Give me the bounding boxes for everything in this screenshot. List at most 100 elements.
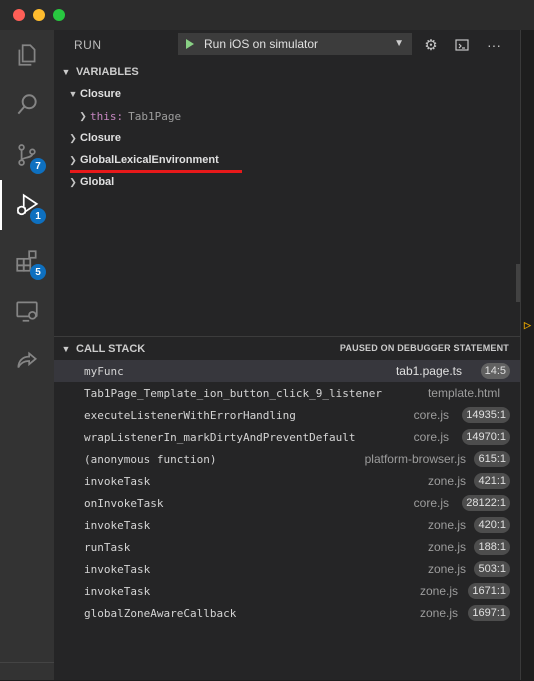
debug-console-icon[interactable]: [452, 35, 472, 55]
frame-name: Tab1Page_Template_ion_button_click_9_lis…: [84, 386, 383, 400]
frame-source: zone.js: [427, 540, 466, 554]
call-stack-title: CALL STACK: [76, 343, 146, 355]
close-window-button[interactable]: [13, 9, 25, 21]
frame-position: 28122:1: [462, 495, 510, 511]
activity-source-control[interactable]: 7: [0, 130, 54, 180]
frame-position: 1671:1: [468, 583, 510, 599]
frame-name: onInvokeTask: [84, 496, 164, 510]
activity-live-share[interactable]: [0, 336, 54, 386]
chevron-down-icon: ▼: [61, 344, 71, 354]
scope-label: Global: [80, 176, 115, 188]
run-toolbar: RUN Run iOS on simulator ▼ ⚙ ···: [54, 30, 520, 60]
call-stack-section: ▼ CALL STACK PAUSED ON DEBUGGER STATEMEN…: [54, 336, 520, 681]
activity-run-debug[interactable]: 1: [0, 180, 54, 230]
frame-position: 503:1: [474, 561, 510, 577]
frame-source: zone.js: [419, 584, 458, 598]
variables-title: VARIABLES: [76, 66, 139, 78]
chevron-right-icon: ❯: [69, 154, 77, 165]
frame-name: wrapListenerIn_markDirtyAndPreventDefaul…: [84, 430, 356, 444]
scope-label: Closure: [80, 88, 121, 100]
variable-value: Tab1Page: [128, 109, 182, 123]
breakpoint-marker-icon: ▷: [524, 320, 531, 330]
frame-position: 1697:1: [468, 605, 510, 621]
stack-frame[interactable]: onInvokeTask core.js 28122:1: [54, 492, 520, 514]
frame-source: core.js: [413, 430, 449, 444]
frame-name: myFunc: [84, 364, 124, 378]
minimize-window-button[interactable]: [33, 9, 45, 21]
active-indicator: [0, 180, 2, 230]
launch-config-select[interactable]: Run iOS on simulator ▼: [178, 33, 412, 55]
variables-section-header[interactable]: ▼ VARIABLES: [54, 61, 520, 83]
stack-frame[interactable]: myFunc tab1.page.ts 14:5: [54, 360, 520, 382]
stack-frame[interactable]: globalZoneAwareCallback zone.js 1697:1: [54, 602, 520, 624]
frame-name: invokeTask: [84, 584, 151, 598]
paused-status: PAUSED ON DEBUGGER STATEMENT: [339, 343, 509, 353]
activity-divider: [0, 662, 54, 663]
source-control-badge: 7: [30, 158, 46, 174]
stack-frame[interactable]: (anonymous function) platform-browser.js…: [54, 448, 520, 470]
frame-source: zone.js: [427, 474, 466, 488]
frame-name: invokeTask: [84, 562, 151, 576]
start-debugging-icon[interactable]: [186, 39, 194, 49]
frame-position: 188:1: [474, 539, 510, 555]
chevron-down-icon: ▼: [394, 38, 404, 49]
variable-name: this:: [90, 109, 124, 123]
frame-position: 615:1: [474, 451, 510, 467]
stack-frame[interactable]: wrapListenerIn_markDirtyAndPreventDefaul…: [54, 426, 520, 448]
frame-source: core.js: [413, 496, 449, 510]
stack-frame[interactable]: invokeTask zone.js 1671:1: [54, 580, 520, 602]
run-view-title: RUN: [74, 38, 102, 52]
more-icon[interactable]: ···: [484, 35, 504, 55]
frame-source: core.js: [413, 408, 449, 422]
activity-explorer[interactable]: [0, 30, 54, 80]
frame-source: template.html: [427, 386, 500, 400]
frame-source: zone.js: [419, 606, 458, 620]
stack-frame[interactable]: invokeTask zone.js 421:1: [54, 470, 520, 492]
activity-extensions[interactable]: 5: [0, 236, 54, 286]
files-icon: [18, 44, 36, 66]
run-debug-badge: 1: [30, 208, 46, 224]
activity-bar: 7 1 5: [0, 30, 54, 680]
frame-name: executeListenerWithErrorHandling: [84, 408, 296, 422]
live-share-icon: [17, 351, 38, 368]
title-bar: [0, 0, 534, 30]
chevron-down-icon: ▼: [68, 89, 78, 99]
variable-scope-global[interactable]: ❯ Global: [54, 171, 532, 193]
launch-config-label: Run iOS on simulator: [204, 37, 319, 51]
chevron-right-icon: ❯: [79, 110, 87, 121]
frame-source: zone.js: [427, 518, 466, 532]
chevron-right-icon: ❯: [69, 132, 77, 143]
run-debug-sidebar: RUN Run iOS on simulator ▼ ⚙ ··· ▼ VARIA…: [54, 30, 520, 680]
chevron-down-icon: ▼: [61, 67, 71, 77]
variable-scope-closure-2[interactable]: ❯ Closure: [54, 127, 532, 149]
variable-this[interactable]: ❯ this: Tab1Page: [54, 105, 534, 127]
frame-name: (anonymous function): [84, 452, 217, 466]
activity-search[interactable]: [0, 80, 54, 130]
stack-frame[interactable]: executeListenerWithErrorHandling core.js…: [54, 404, 520, 426]
chevron-right-icon: ❯: [69, 176, 77, 187]
stack-frame[interactable]: invokeTask zone.js 420:1: [54, 514, 520, 536]
scope-label: GlobalLexicalEnvironment: [80, 154, 219, 166]
frame-name: invokeTask: [84, 518, 151, 532]
frame-name: runTask: [84, 540, 131, 554]
frame-name: invokeTask: [84, 474, 151, 488]
activity-remote-explorer[interactable]: [0, 286, 54, 336]
zoom-window-button[interactable]: [53, 9, 65, 21]
frame-name: globalZoneAwareCallback: [84, 606, 237, 620]
variable-scope-closure[interactable]: ▼ Closure: [54, 83, 532, 105]
search-icon: [17, 94, 37, 115]
stack-frame[interactable]: invokeTask zone.js 503:1: [54, 558, 520, 580]
extensions-badge: 5: [30, 264, 46, 280]
remote-explorer-icon: [16, 301, 38, 322]
editor-edge: [520, 30, 534, 680]
frame-position: 421:1: [474, 473, 510, 489]
frame-position: 420:1: [474, 517, 510, 533]
frame-source: zone.js: [427, 562, 466, 576]
gear-icon[interactable]: ⚙: [421, 35, 441, 55]
stack-frame[interactable]: runTask zone.js 188:1: [54, 536, 520, 558]
variable-scope-global-lexical[interactable]: ❯ GlobalLexicalEnvironment: [54, 149, 532, 171]
frame-position: 14970:1: [462, 429, 510, 445]
stack-frame[interactable]: Tab1Page_Template_ion_button_click_9_lis…: [54, 382, 520, 404]
frame-position: 14935:1: [462, 407, 510, 423]
frame-position: 14:5: [480, 363, 510, 379]
